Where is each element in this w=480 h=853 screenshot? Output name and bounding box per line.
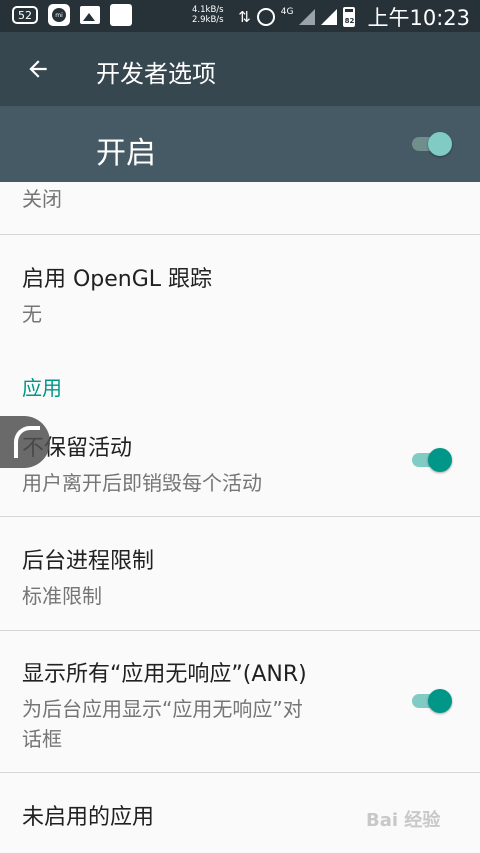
back-arrow-icon[interactable]	[20, 52, 56, 86]
master-switch-label: 开启	[96, 136, 156, 171]
master-switch-bar[interactable]: 开启	[0, 106, 480, 182]
app-notification-icon	[110, 4, 132, 26]
mi-app-icon: mi	[48, 4, 70, 26]
opengl-trace-summary: 无	[22, 302, 42, 326]
show-all-anr-summary-line1: 为后台应用显示“应用无响应”对	[22, 697, 303, 721]
upload-speed: 4.1kB/s	[192, 5, 224, 15]
toggle-thumb	[428, 689, 452, 713]
baidu-watermark: Bai 经验	[366, 810, 441, 831]
divider	[0, 772, 480, 773]
network-speed: 4.1kB/s 2.9kB/s	[192, 5, 224, 25]
battery-icon: 82	[343, 7, 356, 27]
master-toggle-thumb	[428, 132, 452, 156]
background-process-limit-summary: 标准限制	[22, 584, 102, 608]
divider	[0, 234, 480, 235]
master-toggle[interactable]	[410, 129, 456, 159]
mi-label: mi	[52, 8, 66, 22]
notification-count-icon: 52	[12, 6, 38, 24]
data-transfer-icon: ⇅	[238, 8, 251, 26]
page-title: 开发者选项	[96, 60, 216, 88]
inactive-apps-title[interactable]: 未启用的应用	[22, 799, 154, 831]
wifi-signal-icon	[321, 9, 338, 25]
background-process-limit-title[interactable]: 后台进程限制	[22, 543, 154, 575]
show-all-anr-toggle[interactable]	[410, 686, 456, 716]
battery-level: 82	[344, 17, 355, 25]
download-speed: 2.9kB/s	[192, 15, 224, 25]
toggle-thumb	[428, 448, 452, 472]
show-all-anr-title[interactable]: 显示所有“应用无响应”(ANR)	[22, 656, 307, 688]
show-all-anr-summary-line2: 话框	[22, 727, 62, 751]
notification-count: 52	[18, 8, 32, 22]
divider	[0, 516, 480, 517]
dont-keep-activities-summary: 用户离开后即销毁每个活动	[22, 471, 262, 495]
floating-assist-button[interactable]	[0, 416, 50, 468]
status-bar: 52 mi 4.1kB/s 2.9kB/s ⇅ 4G 82 上午10:23	[0, 0, 480, 32]
prev-setting-summary[interactable]: 关闭	[22, 183, 62, 212]
app-bar: 开发者选项	[0, 32, 480, 106]
divider	[0, 630, 480, 631]
section-header-apps: 应用	[22, 376, 62, 400]
alarm-icon	[256, 8, 275, 26]
dont-keep-activities-toggle[interactable]	[410, 445, 456, 475]
clock: 上午10:23	[367, 6, 470, 30]
opengl-trace-title[interactable]: 启用 OpenGL 跟踪	[22, 261, 212, 293]
mobile-signal-icon	[299, 9, 316, 25]
image-notification-icon	[80, 6, 100, 24]
network-type: 4G	[280, 7, 294, 17]
